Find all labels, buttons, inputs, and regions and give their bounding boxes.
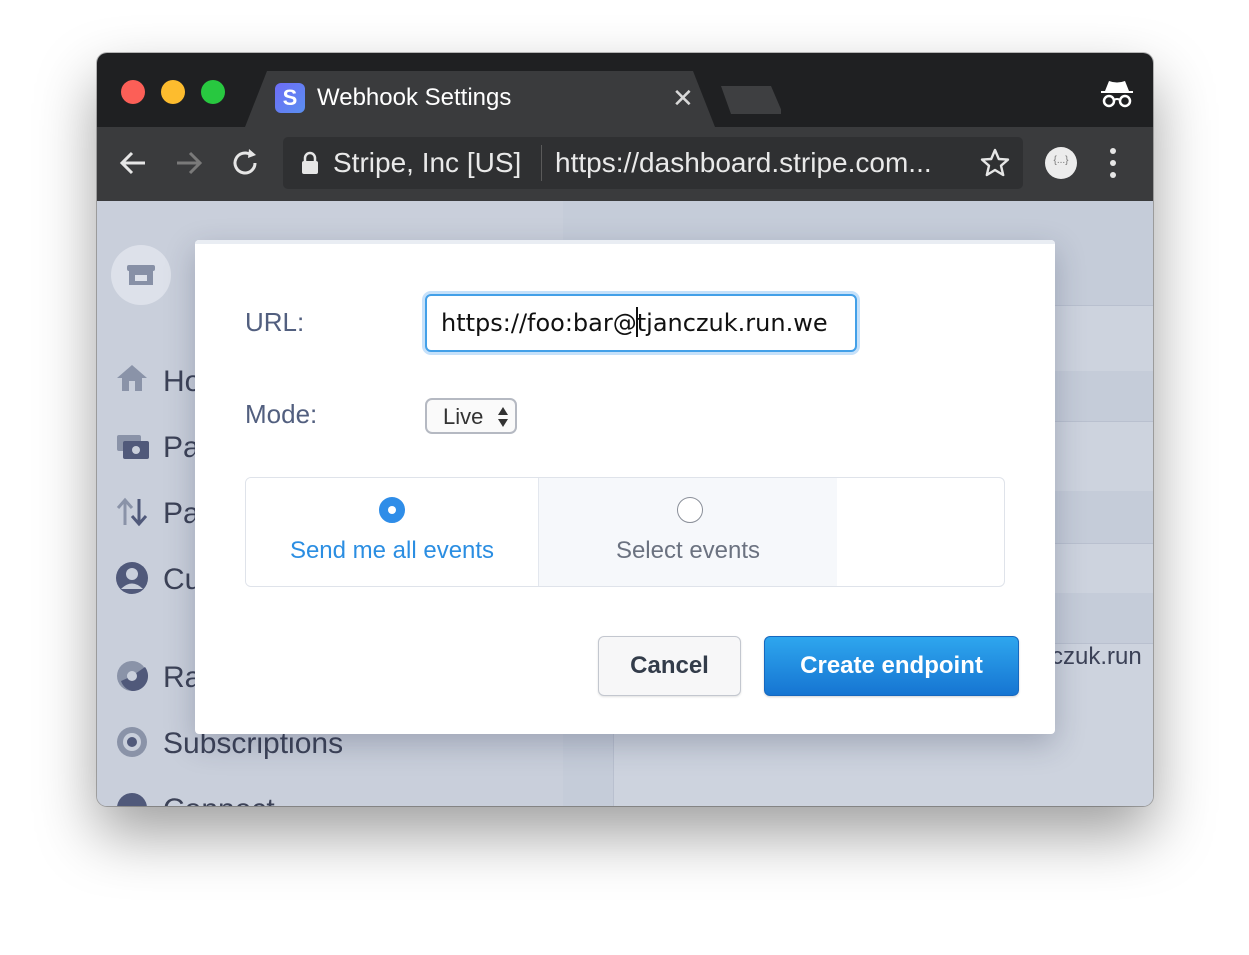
subscriptions-icon bbox=[117, 727, 147, 757]
tab-title: Webhook Settings bbox=[317, 84, 512, 111]
radio-unselected[interactable] bbox=[677, 497, 703, 523]
new-tab-button[interactable] bbox=[721, 86, 781, 114]
address-separator bbox=[541, 145, 542, 181]
reload-icon[interactable] bbox=[227, 145, 263, 181]
send-all-events-option[interactable]: Send me all events bbox=[246, 478, 539, 586]
store-icon bbox=[127, 265, 155, 285]
radar-icon bbox=[117, 661, 149, 692]
stripe-favicon-icon: S bbox=[275, 83, 305, 113]
payouts-icon bbox=[116, 497, 148, 527]
browser-menu-icon[interactable] bbox=[1107, 145, 1119, 181]
select-arrows-icon bbox=[498, 407, 508, 427]
url-text-after-caret: tjanczuk.run.we bbox=[636, 309, 828, 337]
minimize-window-button[interactable] bbox=[161, 80, 185, 104]
endpoint-url-text: czuk.run bbox=[1051, 643, 1142, 670]
site-identity: Stripe, Inc [US] bbox=[333, 147, 522, 178]
browser-toolbar: Stripe, Inc [US] https://dashboard.strip… bbox=[97, 127, 1153, 202]
customer-icon bbox=[116, 562, 148, 594]
url-label: URL: bbox=[245, 307, 305, 337]
radio-selected[interactable] bbox=[379, 497, 405, 523]
maximize-window-button[interactable] bbox=[201, 80, 225, 104]
connect-icon bbox=[117, 793, 147, 806]
bookmark-star-icon[interactable] bbox=[979, 147, 1011, 179]
lock-icon bbox=[302, 151, 318, 174]
tab-close-icon[interactable]: ✕ bbox=[672, 83, 694, 113]
sidebar-item-connect[interactable]: Connect bbox=[163, 792, 275, 806]
forward-arrow-icon[interactable] bbox=[171, 145, 207, 181]
tab-bar: S Webhook Settings ✕ bbox=[97, 53, 1153, 127]
url-text-before-caret: https://foo:bar@ bbox=[441, 309, 637, 337]
event-selection-group: Send me all events Select events bbox=[245, 477, 1005, 587]
mode-label: Mode: bbox=[245, 399, 318, 429]
address-url[interactable]: https://dashboard.stripe.com... bbox=[555, 148, 932, 178]
select-events-option[interactable]: Select events bbox=[539, 478, 837, 586]
browser-window: S Webhook Settings ✕ Stripe, Inc [US] ht… bbox=[97, 53, 1153, 806]
home-icon bbox=[117, 365, 147, 391]
url-scheme: https:// bbox=[555, 147, 640, 178]
payments-icon bbox=[117, 435, 149, 459]
url-input[interactable]: https://foo:bar@tjanczuk.run.we bbox=[425, 294, 857, 352]
create-endpoint-button[interactable]: Create endpoint bbox=[764, 636, 1019, 696]
url-host: dashboard.stripe.com... bbox=[639, 147, 932, 178]
extension-label: {...} bbox=[1053, 155, 1069, 166]
close-window-button[interactable] bbox=[121, 80, 145, 104]
send-all-events-label: Send me all events bbox=[289, 537, 495, 564]
incognito-icon bbox=[1101, 81, 1133, 108]
mode-select[interactable]: Live bbox=[425, 398, 517, 434]
select-events-label: Select events bbox=[615, 537, 761, 564]
address-bar[interactable]: Stripe, Inc [US] https://dashboard.strip… bbox=[283, 137, 1023, 189]
back-arrow-icon[interactable] bbox=[115, 145, 151, 181]
dialog-top-border bbox=[195, 240, 1055, 244]
json-extension-icon[interactable]: {...} bbox=[1045, 147, 1077, 179]
cancel-button[interactable]: Cancel bbox=[598, 636, 741, 696]
store-avatar[interactable] bbox=[111, 245, 171, 305]
mode-select-value: Live bbox=[443, 404, 484, 429]
webhook-endpoint-dialog: URL: https://foo:bar@tjanczuk.run.we Mod… bbox=[195, 240, 1055, 734]
